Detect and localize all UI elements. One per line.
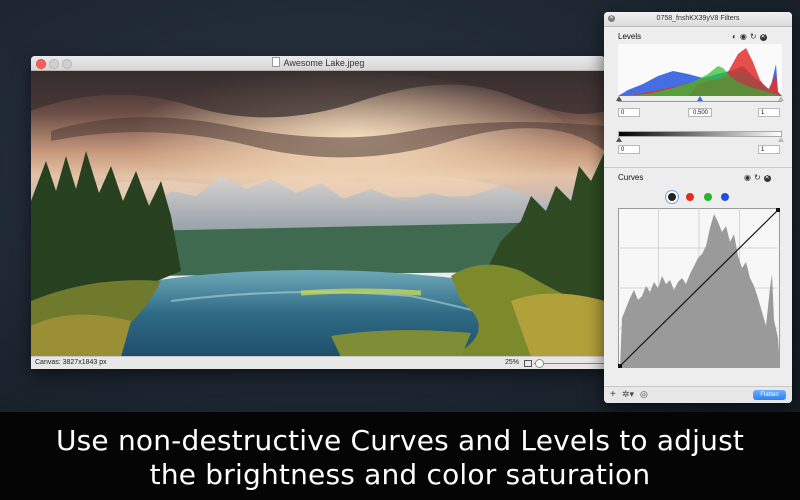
section-divider [604,167,792,168]
zoom-slider-track[interactable] [534,363,605,364]
remove-filter-icon[interactable]: ✕ [759,34,767,41]
curve-black-point[interactable] [618,364,622,368]
window-title: Awesome Lake.jpeg [31,57,605,68]
close-panel-button[interactable]: ✕ [608,15,615,22]
window-title-text: Awesome Lake.jpeg [283,58,365,68]
image-window-titlebar[interactable]: Awesome Lake.jpeg [31,56,605,71]
settings-gear-icon[interactable]: ✲▾ [622,389,634,400]
curves-channel-green[interactable] [704,193,712,201]
levels-heading: Levels [618,32,642,41]
curves-channel-blue[interactable] [721,193,729,201]
zoom-slider-knob[interactable] [534,359,544,368]
filters-panel-title: 0758_fnshKX39yV8 Filters [656,15,740,22]
zoom-level-label: 25% [505,359,520,366]
visibility-eye-icon[interactable]: ◉ [740,32,750,41]
curves-channel-red[interactable] [686,193,694,201]
levels-output-white-field[interactable]: 1 [758,145,780,154]
curves-reset-icon[interactable]: ↻ [754,173,764,182]
curves-heading: Curves [618,173,644,182]
curves-graph[interactable] [618,208,780,368]
levels-input-black-field[interactable]: 0 [618,108,640,117]
curve-white-point[interactable] [776,208,780,212]
levels-input-white-field[interactable]: 1 [758,108,780,117]
levels-input-gamma-field[interactable]: 0.500 [688,108,712,117]
levels-output-black-field[interactable]: 0 [618,145,640,154]
preview-toggle-icon[interactable]: ◎ [640,389,648,400]
curves-remove-filter-icon[interactable]: ✕ [763,175,771,182]
caption-line-1: Use non-destructive Curves and Levels to… [55,424,745,457]
levels-output-black-slider[interactable] [616,137,622,142]
filters-panel-titlebar[interactable]: ✕ 0758_fnshKX39yV8 Filters [604,12,792,27]
lake-photo-canvas [31,71,605,357]
reset-icon[interactable]: ↻ [750,32,760,41]
curves-visibility-eye-icon[interactable]: ◉ [744,173,754,182]
flatten-button[interactable]: Flatten [753,390,786,400]
document-icon [271,57,280,67]
levels-histogram [618,44,782,96]
levels-actions: ◐◉↻✕ [732,32,767,41]
filters-bottom-bar: + ✲▾ ◎ Flatten [604,386,792,403]
levels-output-gradient [618,131,782,137]
promo-caption: Use non-destructive Curves and Levels to… [0,412,800,500]
lake-photo[interactable] [31,71,605,357]
image-status-bar: Canvas: 3827x1843 px 25% [31,356,605,369]
fit-zoom-icon[interactable] [524,360,532,367]
canvas-size-label: Canvas: 3827x1843 px [35,359,107,366]
add-filter-icon[interactable]: + [610,389,616,400]
image-window: Awesome Lake.jpeg Canvas: 3827x1843 px 2… [31,56,605,369]
auto-contrast-icon[interactable]: ◐ [732,32,740,41]
curves-channel-rgb[interactable] [668,193,676,201]
filters-panel: ✕ 0758_fnshKX39yV8 Filters Levels ◐◉↻✕ 0… [604,12,792,403]
curves-actions: ◉↻✕ [744,173,771,182]
caption-line-2: the brightness and color saturation [149,458,651,491]
levels-output-white-slider[interactable] [778,137,784,142]
levels-input-track [618,101,782,102]
